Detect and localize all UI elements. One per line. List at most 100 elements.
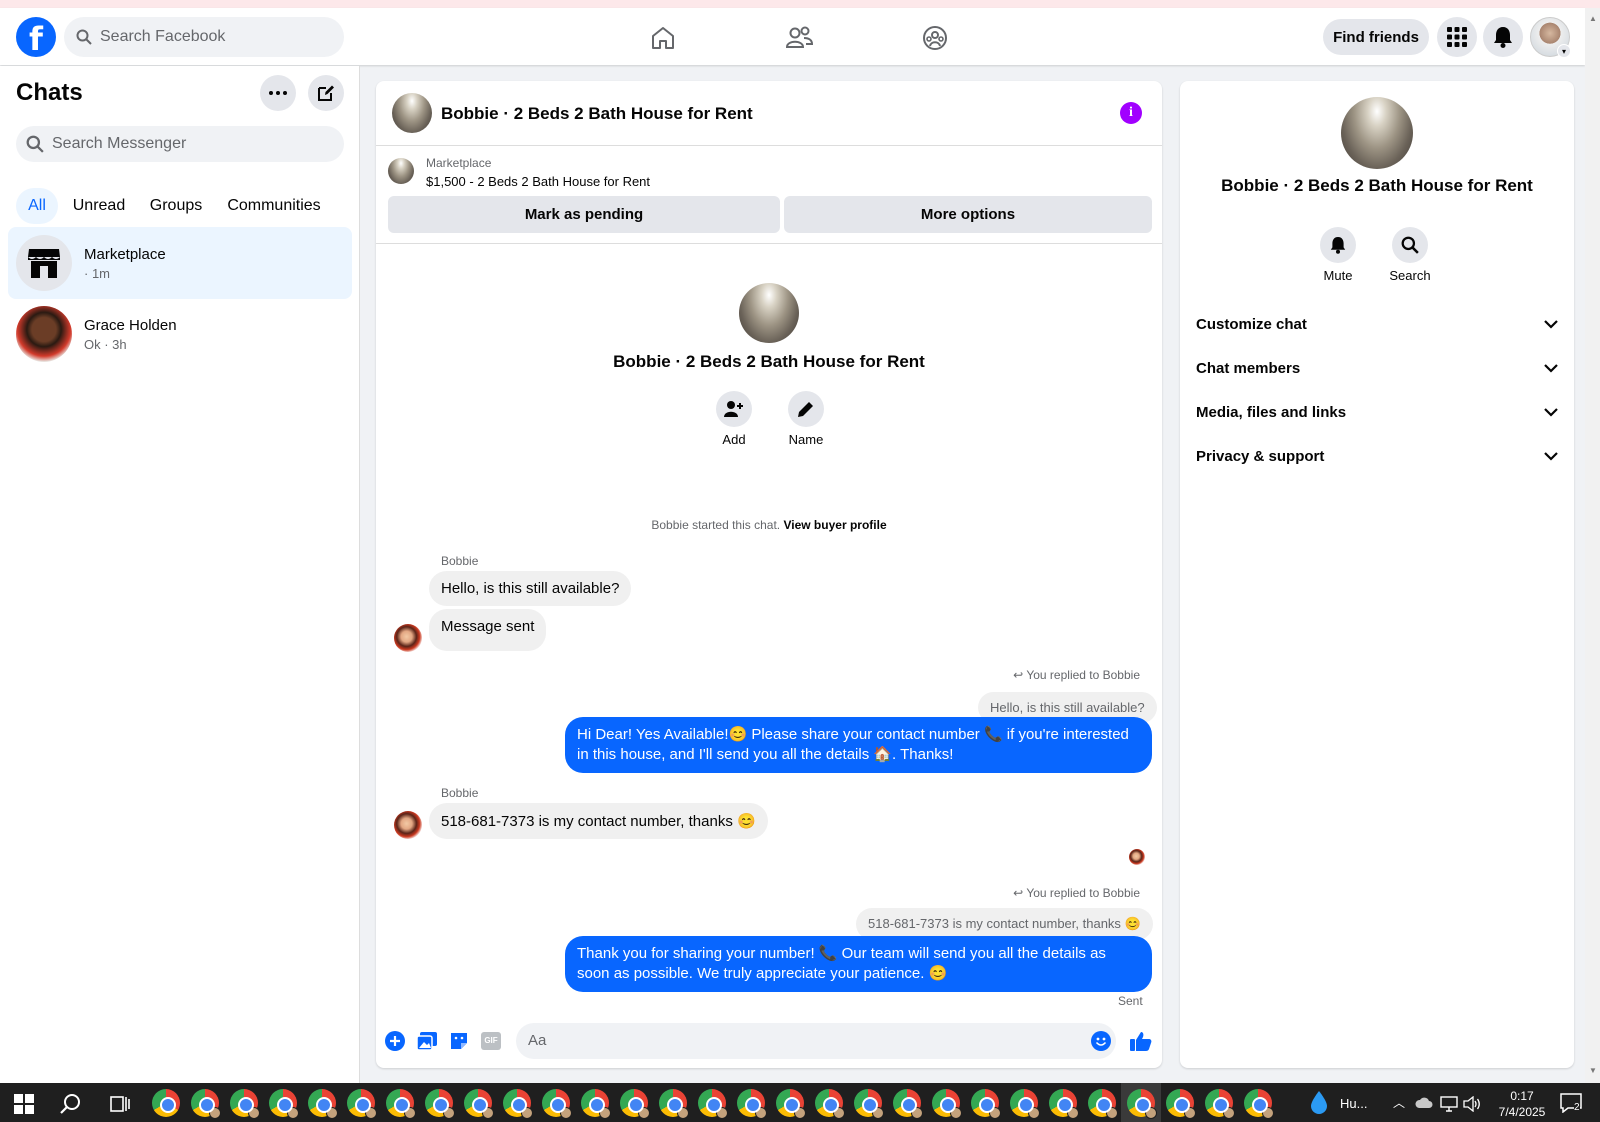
plus-icon[interactable] bbox=[384, 1030, 406, 1052]
notification-center-icon[interactable]: 2 bbox=[1560, 1093, 1582, 1118]
chat-members-section[interactable]: Chat members bbox=[1196, 346, 1558, 390]
clock-date[interactable]: 7/4/2025 bbox=[1492, 1105, 1552, 1119]
listing-title[interactable]: $1,500 - 2 Beds 2 Bath House for Rent bbox=[426, 174, 650, 189]
mute-bell-icon[interactable] bbox=[1320, 227, 1356, 263]
media-files-links-section[interactable]: Media, files and links bbox=[1196, 390, 1558, 434]
friends-icon[interactable] bbox=[781, 20, 817, 56]
chrome-taskbar-icon[interactable] bbox=[386, 1089, 416, 1119]
chrome-taskbar-icon[interactable] bbox=[581, 1089, 611, 1119]
groups-icon[interactable] bbox=[917, 20, 953, 56]
chrome-taskbar-icon[interactable] bbox=[776, 1089, 806, 1119]
chrome-taskbar-icon[interactable] bbox=[698, 1089, 728, 1119]
scroll-down-icon[interactable]: ▼ bbox=[1589, 1066, 1597, 1075]
info-icon[interactable]: i bbox=[1120, 102, 1142, 124]
mark-as-pending-button[interactable]: Mark as pending bbox=[388, 196, 780, 233]
find-friends-button[interactable]: Find friends bbox=[1323, 19, 1429, 55]
search-facebook-input[interactable]: Search Facebook bbox=[64, 17, 344, 57]
weather-text[interactable]: Hu... bbox=[1340, 1096, 1367, 1111]
more-options-icon[interactable] bbox=[260, 75, 296, 111]
tray-chevron-up-icon[interactable]: ︿ bbox=[1393, 1094, 1405, 1111]
view-buyer-profile-link[interactable]: View buyer profile bbox=[783, 518, 886, 532]
chrome-taskbar-icon[interactable] bbox=[347, 1089, 377, 1119]
chrome-taskbar-icon[interactable] bbox=[464, 1089, 494, 1119]
search-icon[interactable] bbox=[1392, 227, 1428, 263]
onedrive-icon[interactable] bbox=[1415, 1096, 1433, 1115]
more-options-button[interactable]: More options bbox=[784, 196, 1152, 233]
profile-badge bbox=[404, 1107, 416, 1119]
tab-communities[interactable]: Communities bbox=[220, 188, 328, 224]
task-view-icon[interactable] bbox=[110, 1094, 130, 1119]
chat-name: Grace Holden bbox=[84, 316, 177, 334]
add-person-icon[interactable] bbox=[716, 391, 752, 427]
chrome-taskbar-icon[interactable] bbox=[230, 1089, 260, 1119]
chrome-taskbar-icon[interactable] bbox=[893, 1089, 923, 1119]
taskbar-search-icon[interactable] bbox=[60, 1093, 82, 1120]
chrome-taskbar-icon[interactable] bbox=[971, 1089, 1001, 1119]
avatar[interactable] bbox=[394, 811, 422, 839]
message-input[interactable]: Aa bbox=[516, 1023, 1116, 1059]
outgoing-message[interactable]: Hi Dear! Yes Available!😊 Please share yo… bbox=[565, 717, 1152, 773]
conversation-title[interactable]: Bobbie · 2 Beds 2 Bath House for Rent bbox=[441, 104, 753, 124]
profile-badge bbox=[1067, 1107, 1079, 1119]
scroll-up-icon[interactable]: ▲ bbox=[1589, 14, 1597, 23]
outgoing-message[interactable]: Thank you for sharing your number! 📞 Our… bbox=[565, 936, 1152, 992]
section-label: Customize chat bbox=[1196, 315, 1307, 333]
network-icon[interactable] bbox=[1440, 1096, 1458, 1117]
chrome-taskbar-icon[interactable] bbox=[1010, 1089, 1040, 1119]
page-scrollbar[interactable] bbox=[1585, 8, 1600, 1083]
chrome-taskbar-icon[interactable] bbox=[542, 1089, 572, 1119]
chrome-taskbar-icon[interactable] bbox=[308, 1089, 338, 1119]
chrome-taskbar-icon[interactable] bbox=[932, 1089, 962, 1119]
profile-badge bbox=[1184, 1107, 1196, 1119]
chat-item-grace-holden[interactable]: Grace Holden Ok · 3h bbox=[8, 298, 352, 370]
chrome-taskbar-icon[interactable] bbox=[815, 1089, 845, 1119]
chrome-taskbar-icon[interactable] bbox=[1088, 1089, 1118, 1119]
chrome-taskbar-icon[interactable] bbox=[620, 1089, 650, 1119]
profile-badge bbox=[638, 1107, 650, 1119]
chat-item-marketplace[interactable]: Marketplace · 1m bbox=[8, 227, 352, 299]
incoming-message[interactable]: Hello, is this still available? bbox=[429, 571, 632, 606]
windows-start-icon[interactable] bbox=[14, 1094, 34, 1119]
pencil-icon[interactable] bbox=[788, 391, 824, 427]
thumbs-up-icon[interactable] bbox=[1130, 1030, 1152, 1052]
tab-all[interactable]: All bbox=[16, 188, 58, 224]
tab-unread[interactable]: Unread bbox=[66, 188, 132, 224]
search-messenger-input[interactable]: Search Messenger bbox=[16, 126, 344, 162]
account-avatar[interactable]: ▾ bbox=[1530, 17, 1571, 58]
incoming-message[interactable]: Message sent bbox=[429, 609, 547, 651]
customize-chat-section[interactable]: Customize chat bbox=[1196, 302, 1558, 346]
avatar[interactable] bbox=[392, 93, 432, 133]
details-profile-photo[interactable] bbox=[1341, 97, 1413, 169]
chrome-taskbar-icon[interactable] bbox=[854, 1089, 884, 1119]
chrome-taskbar-icon[interactable] bbox=[1049, 1089, 1079, 1119]
chrome-taskbar-icon[interactable] bbox=[503, 1089, 533, 1119]
chrome-taskbar-icon[interactable] bbox=[1244, 1089, 1274, 1119]
menu-grid-icon[interactable] bbox=[1437, 17, 1477, 57]
chrome-taskbar-icon[interactable] bbox=[1127, 1089, 1157, 1119]
facebook-logo[interactable]: f bbox=[16, 17, 56, 58]
incoming-message[interactable]: 518-681-7373 is my contact number, thank… bbox=[429, 803, 768, 839]
chrome-taskbar-icon[interactable] bbox=[1166, 1089, 1196, 1119]
profile-badge bbox=[872, 1107, 884, 1119]
gif-icon[interactable]: GIF bbox=[480, 1030, 502, 1052]
chrome-taskbar-icon[interactable] bbox=[737, 1089, 767, 1119]
home-icon[interactable] bbox=[645, 20, 681, 56]
sticker-icon[interactable] bbox=[448, 1030, 470, 1052]
chrome-taskbar-icon[interactable] bbox=[191, 1089, 221, 1119]
chrome-taskbar-icon[interactable] bbox=[1205, 1089, 1235, 1119]
chrome-taskbar-icon[interactable] bbox=[269, 1089, 299, 1119]
privacy-support-section[interactable]: Privacy & support bbox=[1196, 434, 1558, 478]
notifications-icon[interactable] bbox=[1483, 17, 1523, 57]
volume-icon[interactable] bbox=[1463, 1095, 1481, 1117]
reply-arrow-icon: ↩ bbox=[1013, 886, 1024, 900]
chrome-taskbar-icon[interactable] bbox=[152, 1089, 180, 1117]
chrome-taskbar-icon[interactable] bbox=[659, 1089, 689, 1119]
chrome-taskbar-icon[interactable] bbox=[425, 1089, 455, 1119]
photo-icon[interactable] bbox=[416, 1030, 438, 1052]
emoji-icon[interactable] bbox=[1090, 1030, 1112, 1052]
profile-badge bbox=[599, 1107, 611, 1119]
clock-time[interactable]: 0:17 bbox=[1492, 1089, 1552, 1103]
tab-groups[interactable]: Groups bbox=[144, 188, 208, 224]
new-message-icon[interactable] bbox=[308, 75, 344, 111]
avatar[interactable] bbox=[394, 624, 422, 652]
